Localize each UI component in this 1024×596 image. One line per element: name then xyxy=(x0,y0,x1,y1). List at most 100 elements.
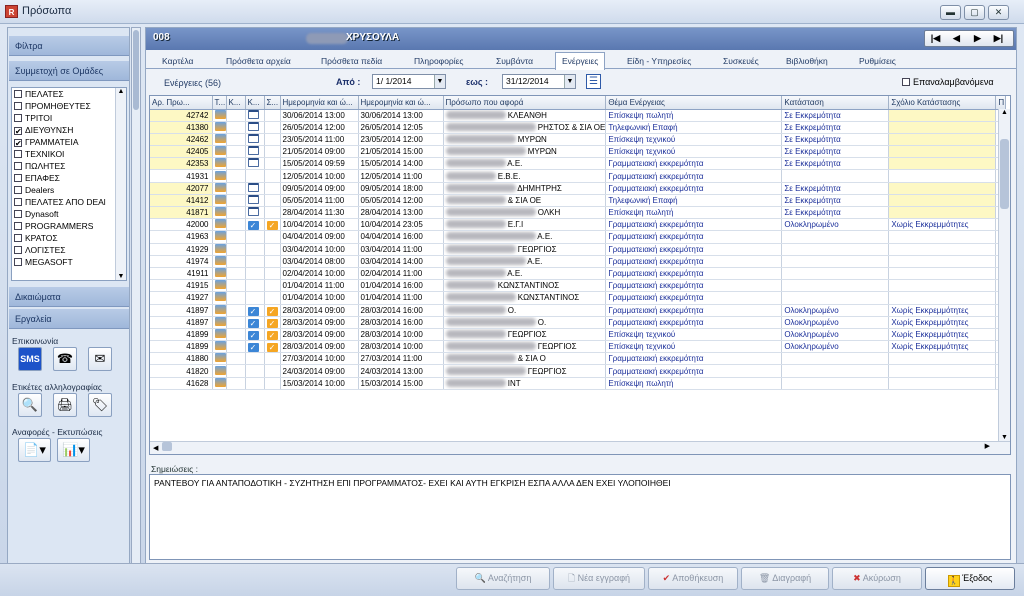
left-panel-scrollbar[interactable] xyxy=(131,27,141,583)
table-row[interactable]: 41963 04/04/2014 09:00 04/04/2014 16:00 Α.… xyxy=(150,230,1007,244)
column-header[interactable]: Κατάσταση xyxy=(781,96,890,110)
group-filter-item[interactable]: ΠΕΛΑΤΕΣ ΑΠΟ DEAl xyxy=(12,196,126,208)
table-row[interactable]: 41911 02/04/2014 10:00 02/04/2014 11:00 Α.… xyxy=(150,267,1007,281)
table-horizontal-scrollbar[interactable]: ◀ ▶ xyxy=(150,441,1010,454)
checkbox-icon[interactable] xyxy=(14,174,22,182)
table-row[interactable]: 41915 01/04/2014 11:00 01/04/2014 16:00 ΚΩ… xyxy=(150,279,1007,293)
tab-devices[interactable]: Συσκευές xyxy=(723,54,759,69)
group-filter-item[interactable]: ΛΟΓΙΣΤΕΣ xyxy=(12,244,126,256)
groups-list-scrollbar[interactable]: ▲ ▼ xyxy=(115,88,126,280)
table-row[interactable]: 41412 05/05/2014 11:00 05/05/2014 12:00 & … xyxy=(150,194,1007,208)
checkbox-icon[interactable] xyxy=(14,234,22,242)
tools-group-header[interactable]: Εργαλεία xyxy=(9,309,129,329)
chevron-down-icon[interactable]: ▼ xyxy=(434,75,445,88)
checkbox-icon[interactable]: ✔ xyxy=(14,127,22,136)
column-header[interactable]: Τ... xyxy=(212,96,227,110)
group-filter-item[interactable]: Dealers xyxy=(12,184,126,196)
checkbox-icon[interactable] xyxy=(14,114,22,122)
next-record-button[interactable]: ▶ xyxy=(967,31,988,46)
table-row[interactable]: 41931 12/05/2014 10:00 12/05/2014 11:00 Ε.… xyxy=(150,169,1007,183)
label-preview-icon[interactable]: 🔍 xyxy=(18,393,42,417)
email-icon[interactable]: ✉ xyxy=(88,347,112,371)
group-filter-item[interactable]: ✔ ΔΙΕΥΘΥΝΣΗ xyxy=(12,124,126,136)
table-row[interactable]: 41897 ✓ ✓ 28/03/2014 09:00 28/03/2014 16:00 … xyxy=(150,316,1007,329)
table-row[interactable]: 42000 ✓ ✓ 10/04/2014 10:00 10/04/2014 23:05 … xyxy=(150,218,1007,232)
checkbox-icon[interactable] xyxy=(14,210,22,218)
from-date-picker[interactable]: 1/ 1/2014 ▼ xyxy=(372,74,446,89)
table-row[interactable]: 42077 09/05/2014 09:00 09/05/2014 18:00 ΔΗ… xyxy=(150,182,1007,195)
groups-header[interactable]: Συμμετοχή σε Ομάδες xyxy=(9,61,129,81)
checkbox-icon[interactable] xyxy=(14,198,22,206)
tab-library[interactable]: Βιβλιοθήκη xyxy=(786,54,828,69)
checkbox-icon[interactable]: ✔ xyxy=(14,139,22,148)
column-header[interactable]: Π xyxy=(995,96,1007,110)
cancel-button[interactable]: ✖ Ακύρωση xyxy=(832,567,922,590)
group-filter-item[interactable]: ΤΕΧΝΙΚΟΙ xyxy=(12,148,126,160)
tab-extra-files[interactable]: Πρόσθετα αρχεία xyxy=(226,54,291,69)
tab-info[interactable]: Πληροφορίες xyxy=(414,54,464,69)
table-row[interactable]: 41871 28/04/2014 11:30 28/04/2014 13:00 ΟΛ… xyxy=(150,206,1007,220)
table-row[interactable]: 41899 ✓ ✓ 28/03/2014 09:00 28/03/2014 10:00 … xyxy=(150,340,1007,354)
table-row[interactable]: 42353 15/05/2014 09:59 15/05/2014 14:00 Α.… xyxy=(150,157,1007,171)
tab-actions[interactable]: Ενέργειες xyxy=(555,52,606,70)
column-header[interactable]: Κ... xyxy=(245,96,265,110)
checkbox-icon[interactable] xyxy=(14,258,22,266)
sms-icon[interactable]: SMS xyxy=(18,347,42,371)
group-filter-item[interactable]: ΕΠΑΦΕΣ xyxy=(12,172,126,184)
close-button[interactable]: ✕ xyxy=(988,5,1009,20)
delete-button[interactable]: 🗑 Διαγραφή xyxy=(741,567,829,590)
group-filter-item[interactable]: ΠΩΛΗΤΕΣ xyxy=(12,160,126,172)
table-row[interactable]: 41974 03/04/2014 08:00 03/04/2014 14:00 Α.… xyxy=(150,255,1007,268)
group-filter-item[interactable]: ΠΡΟΜΗΘΕΥΤΕΣ xyxy=(12,100,126,112)
column-header[interactable]: Θέμα Ενέργειας xyxy=(605,96,783,110)
table-row[interactable]: 41880 27/03/2014 10:00 27/03/2014 11:00 & … xyxy=(150,352,1007,366)
column-header[interactable]: Σ... xyxy=(264,96,281,110)
last-record-button[interactable]: ▶| xyxy=(988,31,1009,46)
exit-button[interactable]: 🚶 Έξοδος xyxy=(925,567,1015,590)
tab-items-services[interactable]: Είδη - Υπηρεσίες xyxy=(627,54,691,69)
filters-group-header[interactable]: Φίλτρα xyxy=(9,36,129,56)
table-row[interactable]: 41628 15/03/2014 10:00 15/03/2014 15:00 ΙΝ… xyxy=(150,377,1007,390)
table-row[interactable]: 41899 ✓ ✓ 28/03/2014 09:00 28/03/2014 10:00 … xyxy=(150,328,1007,342)
group-filter-item[interactable]: ΠΕΛΑΤΕΣ xyxy=(12,88,126,100)
group-filter-item[interactable]: PROGRAMMERS xyxy=(12,220,126,232)
to-date-picker[interactable]: 31/12/2014 ▼ xyxy=(502,74,576,89)
checkbox-icon[interactable] xyxy=(14,222,22,230)
column-header[interactable]: Σχόλιο Κατάστασης xyxy=(888,96,997,110)
column-header[interactable]: Ημερομηνία και ώ... xyxy=(358,96,444,110)
save-button[interactable]: ✔ Αποθήκευση xyxy=(648,567,738,590)
group-filter-item[interactable]: ✔ ΓΡΑΜΜΑΤΕΙΑ xyxy=(12,136,126,148)
checkbox-icon[interactable] xyxy=(14,90,22,98)
report-dropdown-icon[interactable]: 📄▾ xyxy=(18,438,51,462)
tab-settings[interactable]: Ρυθμίσεις xyxy=(859,54,896,69)
checkbox-icon[interactable] xyxy=(14,102,22,110)
column-header[interactable]: Ημερομηνία και ώ... xyxy=(280,96,359,110)
prev-record-button[interactable]: ◀ xyxy=(946,31,967,46)
new-record-button[interactable]: 🗋 Νέα εγγραφή xyxy=(553,567,645,590)
recurring-checkbox[interactable]: Επαναλαμβανόμενα xyxy=(902,77,994,87)
table-vertical-scrollbar[interactable]: ▲ ▼ xyxy=(998,109,1010,441)
checkbox-icon[interactable] xyxy=(14,186,22,194)
column-header[interactable]: Αρ. Πρω... xyxy=(150,96,213,110)
checkbox-icon[interactable] xyxy=(14,150,22,158)
column-header[interactable]: Κ... xyxy=(226,96,246,110)
chevron-down-icon[interactable]: ▼ xyxy=(564,75,575,88)
table-row[interactable]: 41897 ✓ ✓ 28/03/2014 09:00 28/03/2014 16:00 … xyxy=(150,304,1007,317)
tab-kartela[interactable]: Καρτέλα xyxy=(162,54,193,69)
minimize-button[interactable]: ▬ xyxy=(940,5,961,20)
list-view-icon[interactable]: ☰ xyxy=(586,74,601,89)
first-record-button[interactable]: |◀ xyxy=(925,31,946,46)
group-filter-item[interactable]: MEGASOFT xyxy=(12,256,126,268)
table-row[interactable]: 41929 03/04/2014 10:00 03/04/2014 11:00 ΓΕ… xyxy=(150,243,1007,256)
table-row[interactable]: 41820 24/03/2014 09:00 24/03/2014 13:00 ΓΕ… xyxy=(150,364,1007,378)
group-filter-item[interactable]: Dynasoft xyxy=(12,208,126,220)
phone-icon[interactable]: ☎ xyxy=(53,347,77,371)
table-row[interactable]: 41927 01/04/2014 10:00 01/04/2014 11:00 ΚΩ… xyxy=(150,291,1007,305)
table-row[interactable]: 42405 21/05/2014 09:00 21/05/2014 15:00 ΜΥ… xyxy=(150,145,1007,159)
label-tag-icon[interactable]: 🏷 xyxy=(88,393,112,417)
tab-extra-fields[interactable]: Πρόσθετα πεδία xyxy=(321,54,382,69)
table-row[interactable]: 42462 23/05/2014 11:00 23/05/2014 12:00 ΜΥ… xyxy=(150,133,1007,147)
rights-group-header[interactable]: Δικαιώματα xyxy=(9,287,129,307)
notes-textarea[interactable]: ΡΑΝΤΕΒΟΥ ΓΙΑ ΑΝΤΑΠΟΔΟΤΙΚΗ - ΣΥΖΗΤΗΣΗ ΕΠΙ… xyxy=(149,474,1011,560)
label-print-icon[interactable]: 🖨 xyxy=(53,393,77,417)
